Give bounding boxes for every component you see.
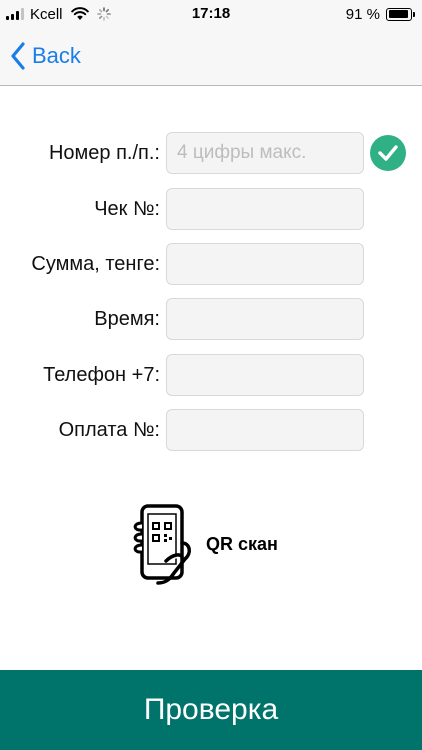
amount-input[interactable] [166, 243, 364, 285]
qr-scan-button[interactable]: QR скан [130, 503, 278, 585]
battery-icon [386, 7, 415, 21]
battery-fill [388, 10, 408, 18]
chevron-left-icon [11, 42, 25, 70]
field-label-phone: Телефон +7: [43, 364, 160, 386]
form-row-payment: Оплата №: [0, 409, 422, 451]
checkmark-icon [370, 135, 406, 171]
receipt-number-input[interactable] [166, 188, 364, 230]
form-row-number: Номер п./п.: [0, 132, 422, 174]
qr-scan-label: QR скан [206, 533, 278, 554]
back-button[interactable]: Back [10, 40, 81, 72]
verify-button[interactable]: Проверка [0, 670, 422, 750]
payment-number-input[interactable] [166, 409, 364, 451]
phone-qr-scan-icon [133, 504, 191, 585]
field-label-number: Номер п./п.: [48, 142, 160, 164]
form-row-phone: Телефон +7: [0, 354, 422, 396]
form-row-receipt: Чек №: [0, 188, 422, 230]
field-label-amount: Сумма, тенге: [31, 253, 160, 275]
phone-input[interactable] [166, 354, 364, 396]
field-label-time: Время: [94, 308, 160, 330]
field-label-payment: Оплата №: [58, 419, 160, 441]
form-row-time: Время: [0, 298, 422, 340]
back-label: Back [32, 43, 81, 68]
time-input[interactable] [166, 298, 364, 340]
number-input[interactable] [166, 132, 364, 174]
status-right: 91 % [345, 5, 415, 23]
field-label-receipt: Чек №: [94, 198, 160, 220]
navigation-bar: Back [0, 28, 422, 86]
status-bar: Kcell 17:18 91 % [0, 0, 422, 28]
battery-percent: 91 % [345, 5, 380, 23]
form-row-amount: Сумма, тенге: [0, 243, 422, 285]
